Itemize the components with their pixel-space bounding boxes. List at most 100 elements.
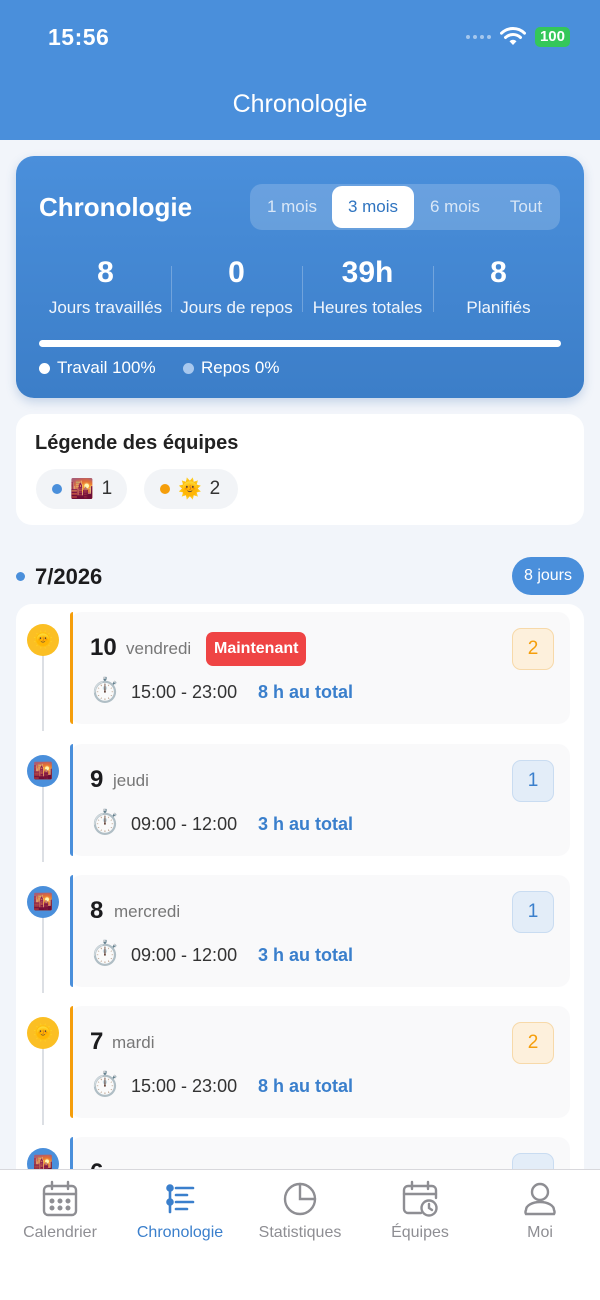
team-badge: 1 <box>512 760 554 802</box>
stat-value: 39h <box>341 256 394 289</box>
weekday: mardi <box>112 1033 155 1052</box>
team-color-bar <box>70 744 73 856</box>
shift-entry[interactable]: 7 mardi ⏱️ 15:00 - 23:00 8 h au total 2 <box>70 1006 570 1118</box>
now-badge: Maintenant <box>206 632 307 666</box>
day-number: 10 <box>90 634 117 661</box>
shift-entry[interactable]: 8 mercredi ⏱️ 09:00 - 12:00 3 h au total… <box>70 875 570 987</box>
stat-worked-days: 8 Jours travaillés <box>40 254 171 318</box>
month-dot-icon <box>16 572 25 581</box>
sunset-icon: 🌇 <box>27 886 59 918</box>
tab-label: Chronologie <box>136 1224 224 1241</box>
person-icon <box>524 1182 556 1216</box>
legend-rest-label: Repos 0% <box>201 358 280 377</box>
tab-calendar[interactable]: Calendrier <box>0 1180 120 1242</box>
month-label: 7/2026 <box>35 564 103 589</box>
tab-label: Moi <box>527 1224 553 1241</box>
legend-work-label: Travail 100% <box>57 358 156 377</box>
team-legend-title: Légende des équipes <box>35 432 239 454</box>
tab-bar: Calendrier Chronologie Statistiques Équi… <box>0 1169 600 1300</box>
time-range: 15:00 - 23:00 <box>131 682 238 702</box>
status-time: 15:56 <box>48 24 110 50</box>
team-color-bar <box>70 875 73 987</box>
stat-value: 8 <box>490 256 507 289</box>
stat-rest-days: 0 Jours de repos <box>171 254 302 318</box>
stat-value: 0 <box>228 256 245 289</box>
range-all[interactable]: Tout <box>496 186 556 228</box>
rest-dot-icon <box>183 362 194 374</box>
summary-title: Chronologie <box>39 192 193 222</box>
summary-card: Chronologie 1 mois 3 mois 6 mois Tout 8 … <box>16 156 584 398</box>
weekday: vendredi <box>126 639 192 658</box>
month-count-badge: 8 jours <box>511 557 584 595</box>
calendar-clock-icon <box>402 1180 438 1217</box>
time-range: 15:00 - 23:00 <box>131 1076 238 1096</box>
work-dot-icon <box>39 362 50 374</box>
sunset-icon: 🌇 <box>70 479 94 500</box>
legend-rest: Repos 0% <box>183 358 279 378</box>
stopwatch-icon: ⏱️ <box>90 1071 120 1098</box>
team-badge: 1 <box>512 891 554 933</box>
range-selector: 1 mois 3 mois 6 mois Tout <box>250 184 560 230</box>
tab-label: Calendrier <box>23 1224 97 1241</box>
day-number: 7 <box>90 1028 104 1055</box>
team-legend-card: Légende des équipes 🌇 1 🌞 2 <box>16 414 584 525</box>
header: 15:56 100 Chronologie <box>0 0 600 140</box>
tab-label: Équipes <box>391 1224 449 1241</box>
cellular-signal-icon <box>465 35 491 39</box>
month-header: 7/2026 8 jours <box>16 557 584 596</box>
calendar-icon <box>42 1180 78 1217</box>
timeline-list-icon <box>166 1184 195 1214</box>
weekday: mercredi <box>114 902 181 921</box>
weekday: jeudi <box>113 771 149 790</box>
day-number: 9 <box>90 766 104 793</box>
stat-label: Planifiés <box>466 298 531 317</box>
team-color-dot <box>52 484 62 494</box>
timeline-list: 🌞 10 vendredi Maintenant ⏱️ 15:00 - 23:0… <box>16 604 584 1204</box>
stat-total-hours: 39h Heures totales <box>302 254 433 318</box>
time-range: 09:00 - 12:00 <box>131 945 238 965</box>
team-chip-1: 🌇 1 <box>36 469 127 509</box>
stat-label: Jours de repos <box>180 298 293 317</box>
shift-entry[interactable]: 9 jeudi ⏱️ 09:00 - 12:00 3 h au total 1 <box>70 744 570 856</box>
total-hours: 3 h au total <box>258 814 354 834</box>
nav-title: Chronologie <box>232 90 368 118</box>
team-label: 2 <box>209 478 221 499</box>
total-hours: 3 h au total <box>258 945 354 965</box>
day-number: 8 <box>90 897 104 924</box>
team-chip-2: 🌞 2 <box>144 469 238 509</box>
range-6-months[interactable]: 6 mois <box>416 186 494 228</box>
battery-indicator: 100 <box>534 27 570 47</box>
stat-planned: 8 Planifiés <box>433 254 564 318</box>
summary-stats: 8 Jours travaillés 0 Jours de repos 39h … <box>40 254 564 324</box>
shift-entry[interactable]: 10 vendredi Maintenant ⏱️ 15:00 - 23:00 … <box>70 612 570 724</box>
team-badge: 2 <box>512 628 554 670</box>
time-range: 09:00 - 12:00 <box>131 814 238 834</box>
tab-statistics[interactable]: Statistiques <box>240 1180 360 1242</box>
total-hours: 8 h au total <box>258 1076 354 1096</box>
wifi-icon <box>499 27 526 45</box>
stopwatch-icon: ⏱️ <box>90 677 120 704</box>
range-1-month[interactable]: 1 mois <box>254 186 330 228</box>
stopwatch-icon: ⏱️ <box>90 940 120 967</box>
sun-icon: 🌞 <box>27 1017 59 1049</box>
legend-work: Travail 100% <box>39 358 156 378</box>
stat-value: 8 <box>97 256 114 289</box>
team-color-dot <box>160 484 170 494</box>
timeline-connector <box>42 654 44 731</box>
sun-icon: 🌞 <box>27 624 59 656</box>
range-3-months[interactable]: 3 mois <box>332 186 414 228</box>
sun-icon: 🌞 <box>178 479 202 500</box>
timeline-connector <box>42 917 44 993</box>
team-badge: 2 <box>512 1022 554 1064</box>
tab-label: Statistiques <box>258 1224 342 1241</box>
status-indicators: 100 <box>465 27 570 47</box>
sunset-icon: 🌇 <box>27 755 59 787</box>
tab-teams[interactable]: Équipes <box>360 1180 480 1242</box>
tab-timeline[interactable]: Chronologie <box>120 1180 240 1242</box>
tab-me[interactable]: Moi <box>480 1180 600 1242</box>
stat-label: Heures totales <box>312 298 423 317</box>
timeline-connector <box>42 786 44 862</box>
team-color-bar <box>70 1006 73 1118</box>
stopwatch-icon: ⏱️ <box>90 809 120 836</box>
team-color-bar <box>70 612 73 724</box>
